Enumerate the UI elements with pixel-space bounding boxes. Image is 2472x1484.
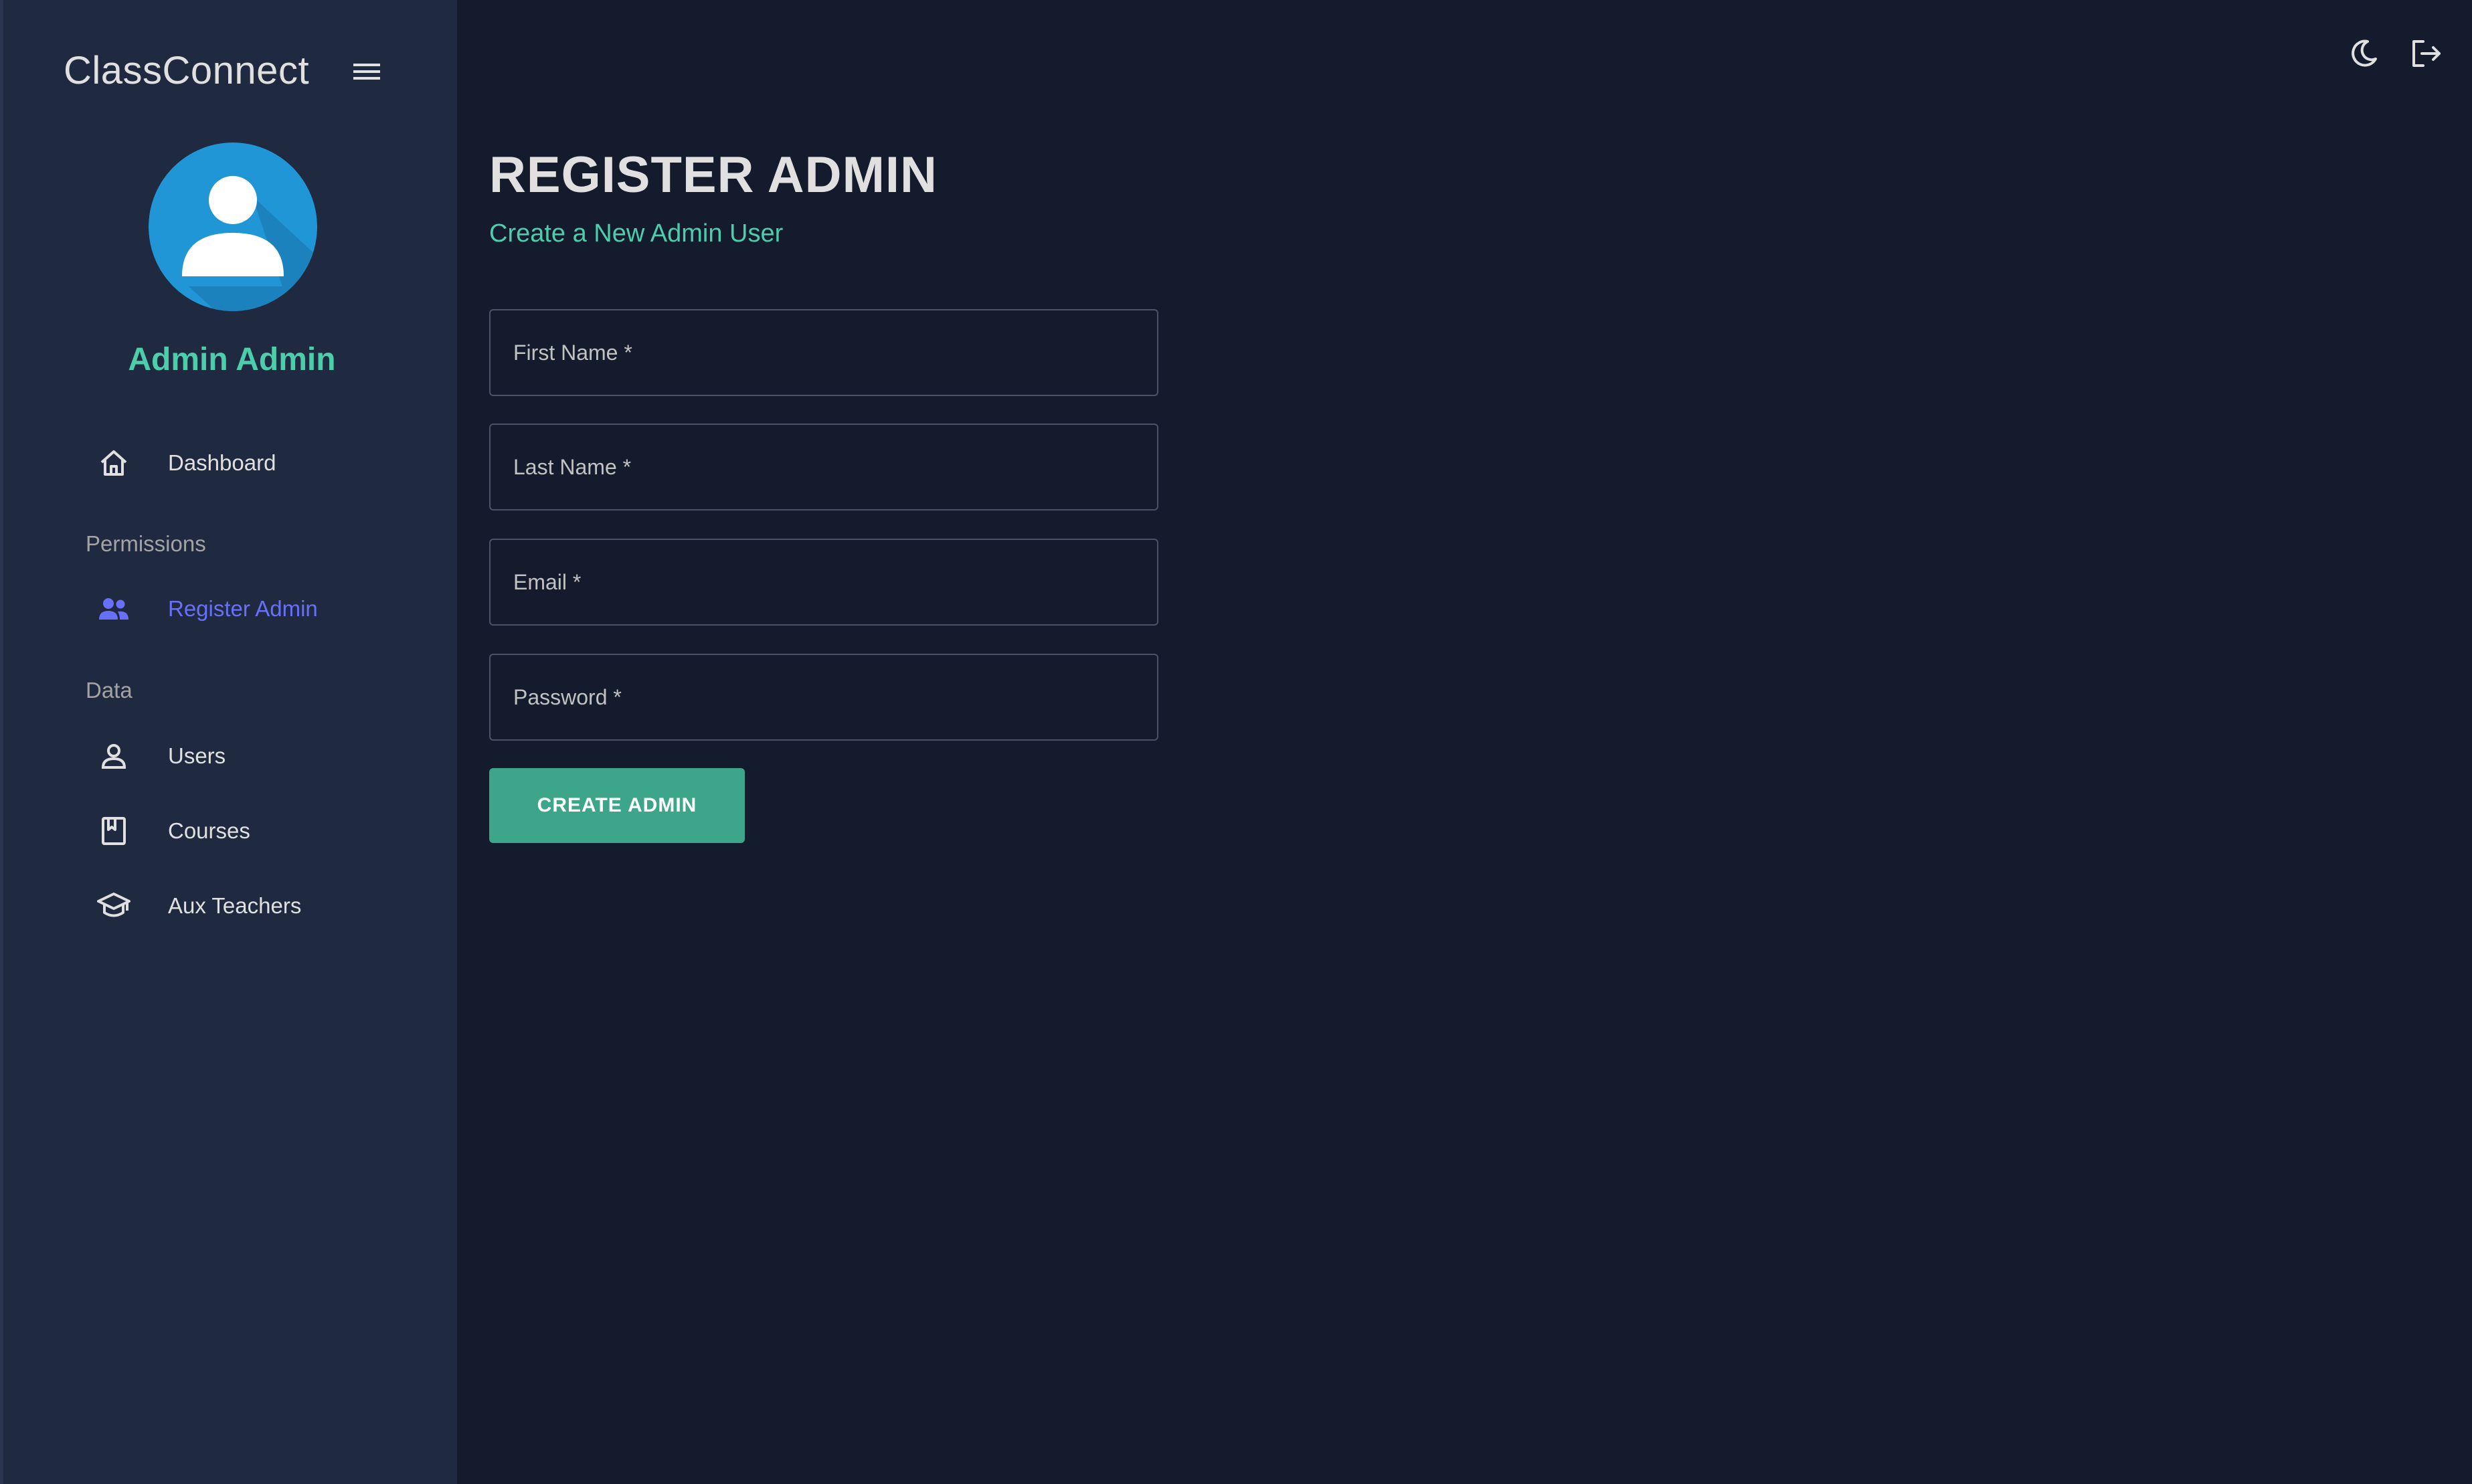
sidebar-item-aux-teachers[interactable]: Aux Teachers [90,879,301,933]
sidebar-item-register-admin[interactable]: Register Admin [90,582,318,636]
last-name-field[interactable]: Last Name * [489,424,1158,511]
theme-toggle-button[interactable] [2345,35,2382,72]
main-content: REGISTER ADMIN Create a New Admin User F… [457,0,2472,1484]
sidebar-item-label: Aux Teachers [168,893,302,918]
sidebar-item-label: Dashboard [168,450,276,475]
moon-icon [2352,39,2377,67]
people-icon [90,585,137,632]
sidebar-item-label: Users [168,743,226,768]
sidebar-item-users[interactable]: Users [90,729,226,783]
section-label-permissions: Permissions [86,531,206,556]
brand-row: ClassConnect [64,40,398,100]
first-name-label: First Name * [513,340,632,365]
sidebar-item-label: Register Admin [168,596,318,621]
first-name-field[interactable]: First Name * [489,309,1158,396]
book-icon [90,808,137,854]
user-avatar-icon [149,143,317,311]
email-field[interactable]: Email * [489,539,1158,626]
page-title: REGISTER ADMIN [489,147,938,203]
top-bar-icons [2345,35,2445,72]
school-icon [90,883,137,929]
email-label: Email * [513,569,582,594]
create-admin-button[interactable]: CREATE ADMIN [489,768,745,843]
brand-title: ClassConnect [64,48,310,92]
profile-name: Admin Admin [128,342,336,377]
person-icon [90,733,137,779]
menu-toggle-button[interactable] [350,55,383,88]
sidebar-item-label: Courses [168,818,250,843]
sidebar: ClassConnect Admin Admin Dashboard Permi… [0,0,457,1484]
section-label-data: Data [86,678,133,703]
sidebar-item-dashboard[interactable]: Dashboard [90,436,276,490]
avatar [149,143,317,311]
logout-button[interactable] [2408,35,2445,72]
last-name-label: Last Name * [513,454,632,479]
password-field[interactable]: Password * [489,654,1158,741]
hamburger-icon [353,64,380,80]
logout-icon [2412,40,2441,67]
page-subtitle: Create a New Admin User [489,219,784,248]
home-icon [90,440,137,486]
password-label: Password * [513,684,622,709]
app-root: ClassConnect Admin Admin Dashboard Permi… [0,0,2472,1484]
sidebar-item-courses[interactable]: Courses [90,804,250,858]
